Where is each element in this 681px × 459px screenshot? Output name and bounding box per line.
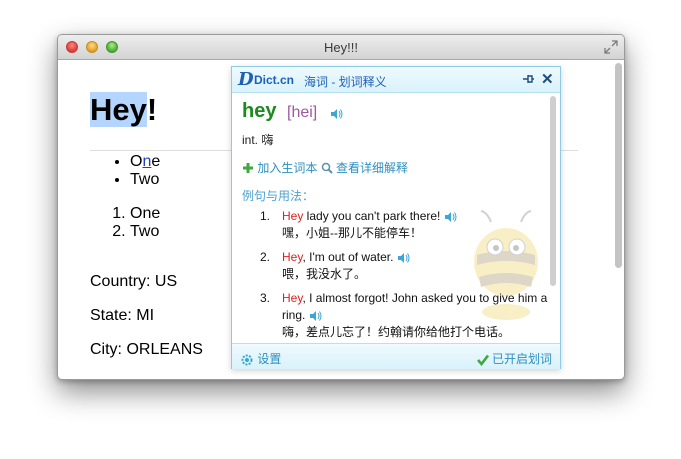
speaker-icon[interactable] [444, 211, 457, 223]
page-heading: Hey! [90, 92, 158, 127]
plus-icon[interactable] [242, 162, 254, 174]
speaker-icon[interactable] [397, 252, 410, 264]
city-field: City: ORLEANS [90, 341, 203, 358]
definition: int. 嗨 [242, 133, 274, 147]
country-field: Country: US [90, 273, 178, 290]
one-link[interactable]: One [130, 153, 160, 170]
example-2: 2. Hey, I'm out of water. 喂，我没水了。 [260, 249, 548, 283]
speaker-icon[interactable] [330, 108, 343, 120]
close-icon[interactable]: ✕ [541, 70, 554, 88]
selected-text: Hey [90, 92, 147, 127]
list-item: Two [130, 171, 160, 189]
popup-subtitle: 海词 - 划词释义 [304, 75, 387, 89]
pin-icon[interactable] [521, 72, 535, 86]
speaker-icon[interactable] [309, 310, 322, 322]
example-3: 3. Hey, I almost forgot! John asked you … [260, 291, 548, 339]
dict-logo-text: Dict.cn [254, 73, 295, 87]
list-item: One [130, 205, 160, 223]
numbered-list: One Two [90, 205, 160, 241]
list-item: Two [130, 223, 160, 241]
settings-button[interactable]: 设置 [240, 350, 281, 367]
bullet-list: One Two [90, 153, 160, 189]
check-icon [476, 354, 489, 366]
list-item[interactable]: One [130, 153, 160, 171]
vertical-scrollbar[interactable] [615, 63, 622, 268]
fullscreen-icon[interactable] [604, 40, 618, 54]
phonetic: [hei] [287, 104, 318, 121]
add-wordbook-link[interactable]: 加入生词本 [257, 161, 317, 175]
state-field: State: MI [90, 307, 155, 324]
popup-actions: 加入生词本 查看详细解释 [242, 159, 408, 176]
example-1: 1. Hey lady you can't park there! 嘿，小姐--… [260, 208, 548, 242]
view-detail-link[interactable]: 查看详细解释 [336, 161, 408, 175]
title-bar[interactable]: Hey!!! [58, 35, 624, 60]
dict-logo-icon: D [238, 69, 254, 90]
popup-footer: 设置 已开启划词 [232, 343, 560, 369]
search-icon[interactable] [321, 162, 333, 174]
popup-header[interactable]: D Dict.cn 海词 - 划词释义 ✕ [232, 67, 560, 93]
window-title: Hey!!! [324, 40, 358, 55]
enabled-toggle[interactable]: 已开启划词 [476, 350, 552, 367]
gear-icon [241, 354, 253, 366]
section-title: 例句与用法： [242, 189, 315, 203]
headword: hey [242, 100, 277, 122]
dictionary-popup: D Dict.cn 海词 - 划词释义 ✕ hey [hei] int. 嗨 加… [231, 66, 561, 369]
